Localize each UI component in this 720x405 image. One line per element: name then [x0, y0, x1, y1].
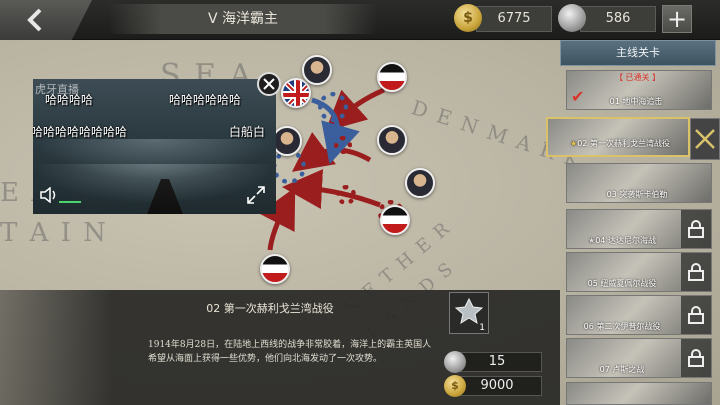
gold-amount: 6775: [476, 6, 552, 32]
uk-flag-icon[interactable]: [281, 78, 311, 108]
lock-icon: [681, 339, 711, 377]
mission-07[interactable]: 07 卢斯之战: [566, 338, 712, 378]
gear-icon: [318, 92, 348, 122]
german-flag-icon[interactable]: [377, 62, 407, 92]
mission-label: ★02 第一次赫利戈兰湾战役: [570, 139, 670, 148]
video-player[interactable]: 虎牙直播 哈哈哈哈 哈哈哈哈哈哈 哈哈哈哈哈哈哈哈 白船白: [33, 79, 276, 214]
mission-08-partial[interactable]: [566, 382, 712, 405]
mission-label: ★04 达达尼尔海战: [588, 236, 656, 245]
battle-description: 1914年8月28日，在陆地上西线的战争非常胶着，海洋上的霸主英国人希望从海面上…: [148, 340, 432, 364]
mission-label: 05 纽威夏佩尔战役: [587, 279, 657, 288]
mission-04[interactable]: ★04 达达尼尔海战: [566, 209, 712, 249]
mission-label: 07 卢斯之战: [599, 365, 645, 374]
add-currency-button[interactable]: +: [662, 5, 692, 33]
passed-badge: 【 已通关 】: [615, 73, 661, 82]
mission-label: 01 地中海追击: [609, 97, 663, 106]
plus-icon: +: [666, 5, 688, 33]
video-close-button[interactable]: [257, 72, 281, 96]
danmaku-comment: 哈哈哈哈哈哈哈哈: [33, 125, 128, 139]
crossed-swords-icon[interactable]: [690, 118, 720, 160]
lock-icon: [681, 253, 711, 291]
back-button[interactable]: [0, 0, 92, 40]
close-icon: [263, 78, 275, 90]
gear-icon: [334, 136, 352, 154]
admiral-portrait-icon[interactable]: [377, 125, 407, 155]
german-flag-icon[interactable]: [260, 254, 290, 284]
lock-icon: [681, 210, 711, 248]
top-bar: V 海洋霸主 $ 6775 586 +: [0, 0, 720, 40]
fullscreen-icon[interactable]: [247, 186, 265, 204]
back-chevron-icon: [27, 8, 42, 32]
chapter-title: V 海洋霸主: [108, 4, 378, 34]
mission-label: 06 第二次伊普尔战役: [583, 322, 661, 331]
gold-coin-icon: $: [454, 4, 482, 32]
medal-reward[interactable]: 1: [449, 292, 489, 334]
lock-icon: [681, 296, 711, 334]
danmaku-comment: 哈哈哈哈哈哈: [169, 93, 242, 107]
danmaku-comment: 哈哈哈哈: [45, 93, 94, 107]
german-flag-icon[interactable]: [380, 205, 410, 235]
game-screen: S E A D E N M A R K N E T H E R L A N D …: [0, 0, 720, 405]
speaker-icon[interactable]: [40, 187, 58, 203]
silver-coin-icon: [558, 4, 586, 32]
gold-coin-icon: $: [444, 375, 466, 397]
admiral-portrait-icon[interactable]: [272, 126, 302, 156]
danmaku-comment: 白船白: [229, 125, 266, 139]
campaign-header: 主线关卡: [560, 40, 716, 66]
volume-level: [59, 201, 81, 203]
gear-icon: [336, 185, 356, 205]
mission-01[interactable]: 【 已通关 】 ✔ 01 地中海追击: [566, 70, 712, 110]
battle-title: 02 第一次赫利戈兰湾战役: [206, 302, 334, 315]
silver-coin-icon: [444, 351, 466, 373]
mission-05[interactable]: 05 纽威夏佩尔战役: [566, 252, 712, 292]
admiral-portrait-icon[interactable]: [405, 168, 435, 198]
mission-06[interactable]: 06 第二次伊普尔战役: [566, 295, 712, 335]
mission-02[interactable]: ★02 第一次赫利戈兰湾战役: [546, 117, 690, 157]
admiral-portrait-icon[interactable]: [302, 55, 332, 85]
medal-count: 1: [479, 323, 485, 333]
mission-label: 03 突袭斯卡伯勒: [606, 190, 668, 199]
mission-03[interactable]: 03 突袭斯卡伯勒: [566, 163, 712, 203]
silver-amount: 586: [580, 6, 656, 32]
